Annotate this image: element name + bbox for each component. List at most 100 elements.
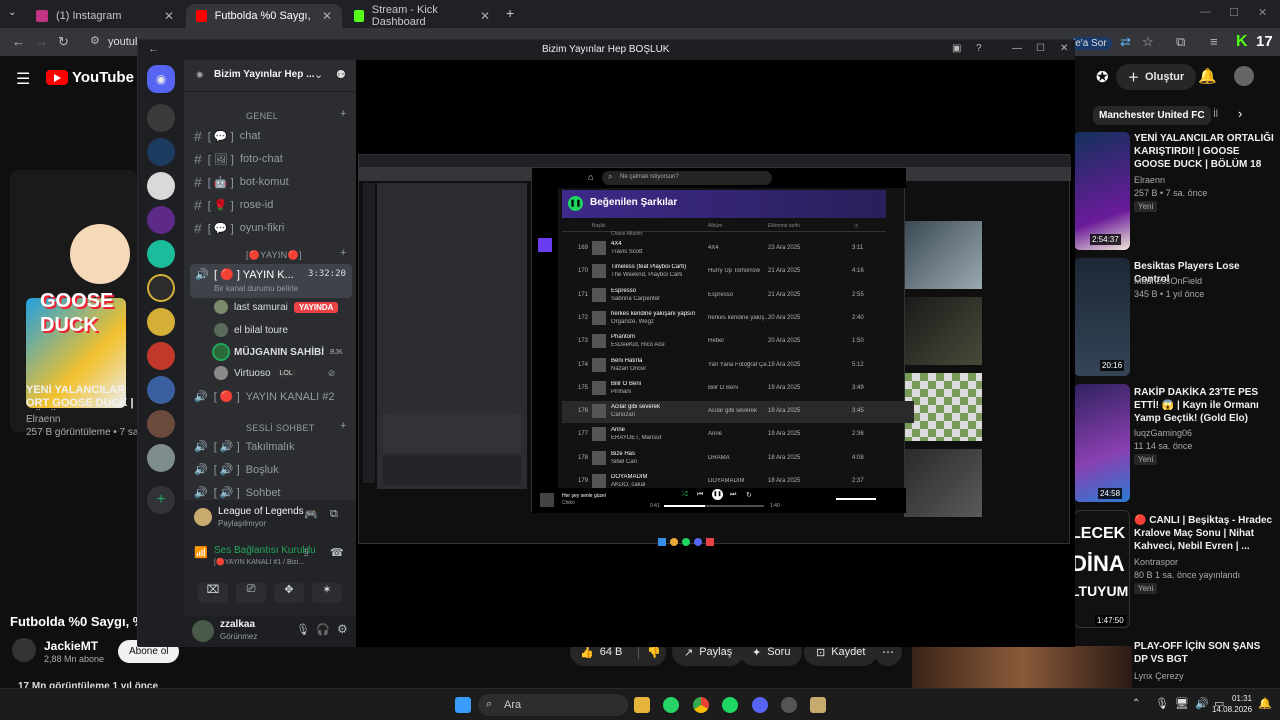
bookmark-star-icon[interactable]: ☆ [1142,34,1154,50]
channel-avatar[interactable] [12,638,36,662]
play-button-icon[interactable]: ❚❚ [568,196,583,211]
channel-oyun-fikri[interactable]: #[ 💬 ] oyun-fikri [194,220,284,236]
server-header[interactable]: ✺ Bizim Yayınlar Hep ... ⌄ ⚉ [184,60,356,92]
microphone-icon[interactable]: 🎙 [296,623,310,636]
minimize-icon[interactable]: — [1012,43,1022,54]
back-icon[interactable]: ← [12,34,25,49]
song-artist[interactable]: Nazan Öncel [611,366,701,372]
recommendation-channel[interactable]: Kontraspor [1134,556,1274,568]
song-title[interactable]: Anne [611,427,701,433]
voice-channel[interactable]: 🔊[ 🔴 ] YAYIN KANALI #2 [194,390,334,404]
now-playing-art[interactable] [540,493,554,507]
translate-icon[interactable]: ⇄ [1120,34,1131,50]
soundboard-icon[interactable]: ✶ [312,583,342,603]
connection-status[interactable]: Ses Bağlantısı Kuruldu [214,545,316,556]
start-windows-icon[interactable] [455,697,471,713]
song-title[interactable]: Timeless (feat Playboi Carti) [611,264,701,270]
song-album[interactable]: herkes kendine yakış... [708,315,768,321]
chip-manchester-united[interactable]: Manchester United FC [1093,106,1211,125]
recommendation-channel[interactable]: Lynx Çerezy [1134,670,1274,682]
song-title[interactable]: Phantom [611,334,701,340]
song-row[interactable]: 179 DOYAMADIM AKDO, cakal DOYAMADIM 18 Ara 2… [562,471,914,488]
voice-channel[interactable]: 🔊[ 🔊 ] Sohbet [194,486,281,500]
recommendation-thumbnail[interactable]: 20:16 [1074,258,1130,376]
tab-instagram[interactable]: (1) Instagram ✕ [26,4,184,28]
add-channel-icon[interactable]: + [340,247,346,259]
channel-bot-komut[interactable]: #[ 🤖 ] bot-komut [194,174,289,190]
premium-icon[interactable]: ✪ [1096,68,1109,86]
song-row[interactable]: 174 Beni Hatırla Nazan Öncel Yan Yana Fotoğ… [562,355,914,377]
close-window-icon[interactable]: ✕ [1258,6,1267,19]
help-icon[interactable]: ? [976,43,982,54]
server-icon[interactable] [147,240,175,268]
maximize-icon[interactable]: ☐ [1036,43,1045,54]
pause-button-icon[interactable]: ❚❚ [712,489,723,500]
server-icon[interactable] [147,410,175,438]
channel-name[interactable]: JackieMT [44,639,98,653]
server-icon[interactable] [147,138,175,166]
volume-slider[interactable] [836,498,876,500]
liked-songs-icon[interactable] [538,238,552,252]
voice-channel-active[interactable]: 🔊 [ 🔴 ] YAYIN K... 3:32:20 Bir kanal dur… [190,264,352,298]
account-avatar[interactable] [1234,66,1254,86]
voice-user[interactable]: el bilal toure [214,323,288,337]
song-album[interactable]: Anne [708,431,768,437]
song-artist[interactable]: Organize, Wegz [611,319,701,325]
clock-time[interactable]: 01:31 [1226,694,1252,703]
song-title[interactable]: Bilir O Beni [611,381,701,387]
recommendation-thumbnail[interactable] [912,646,1132,688]
previous-icon[interactable]: ⏮ [697,491,703,499]
server-icon[interactable] [147,274,175,302]
share-screen-icon[interactable]: ⎚ [236,583,266,603]
dislike-icon[interactable]: 👎 [638,645,661,659]
tab-youtube-video[interactable]: Futbolda %0 Saygı, %100 Spor ✕ [186,4,342,28]
song-row[interactable]: 172 herkes kendine yakışanı yapsın Organiz… [562,308,914,330]
activities-icon[interactable]: ✥ [274,583,304,603]
discord-icon[interactable] [752,697,768,713]
chrome-icon[interactable] [693,697,709,713]
add-server-icon[interactable]: + [147,486,175,514]
new-tab-button[interactable]: + [506,5,514,21]
next-icon[interactable]: ⏭ [730,491,736,499]
recommendation-title[interactable]: 🔴 CANLI | Beşiktaş - Hradec Kralove Maç … [1134,514,1274,553]
song-album[interactable]: Acılar gibi severek [708,408,768,414]
notification-center-icon[interactable]: 🔔 [1258,697,1272,710]
server-icon[interactable] [147,376,175,404]
minimize-icon[interactable]: — [1200,6,1211,18]
song-title[interactable]: herkes kendine yakışanı yapsın [611,311,701,317]
connection-detail[interactable]: [🔴YAYIN KANALI #1 / Bizi... [214,558,304,566]
song-artist[interactable]: Travis Scott [611,249,701,255]
progress-track[interactable] [664,505,764,507]
category-general[interactable]: GENEL [246,111,278,121]
direct-messages-icon[interactable]: ◉ [147,65,175,93]
close-tab-icon[interactable]: ✕ [480,9,490,23]
kick-extension-icon[interactable]: K [1236,33,1248,51]
steam-icon[interactable] [781,697,797,713]
now-playing-title[interactable]: Her şey senle güzel [562,493,606,499]
notifications-bell-icon[interactable]: 🔔 [1198,67,1217,85]
tab-list-chevron-icon[interactable]: ⌄ [8,7,16,18]
song-title[interactable]: 4X4 [611,241,701,247]
song-album[interactable]: Espresso [708,292,768,298]
category-sesli-sohbet[interactable]: SESLİ SOHBET [246,423,315,433]
screen-share-icon[interactable]: ⧉ [330,508,338,521]
settings-gear-icon[interactable]: ⚙ [337,622,348,636]
reading-list-icon[interactable]: ≡ [1210,34,1218,49]
recommendation-title[interactable]: RAKİP DAKİKA 23'TE PES ETTİ! 😱 | Kayn il… [1134,386,1274,425]
recommendation-thumbnail[interactable]: 24:58 [1074,384,1130,502]
clock-date[interactable]: 14.08.2026 [1212,705,1252,714]
forward-icon[interactable]: → [35,34,48,49]
song-row[interactable]: 176 Acılar gibi severek Canozan Acılar gibi… [562,401,914,424]
song-album[interactable]: Rebel [708,338,768,344]
recommendation-channel[interactable]: luqzGaming06 [1134,427,1274,439]
inbox-icon[interactable]: ▣ [952,43,961,54]
headphones-icon[interactable]: 🎧 [316,623,330,636]
camera-off-icon[interactable]: ⌧ [198,583,228,603]
song-title[interactable]: Espresso [611,288,701,294]
menu-hamburger-icon[interactable]: ☰ [16,69,30,89]
server-icon[interactable] [147,206,175,234]
voice-channel[interactable]: 🔊[ 🔊 ] Boşluk [194,463,279,477]
add-channel-icon[interactable]: + [340,108,346,120]
spotify-search[interactable]: ⌕ Ne çalmak istiyorsun? [602,171,772,185]
song-title[interactable]: Acılar gibi severek [611,404,701,410]
